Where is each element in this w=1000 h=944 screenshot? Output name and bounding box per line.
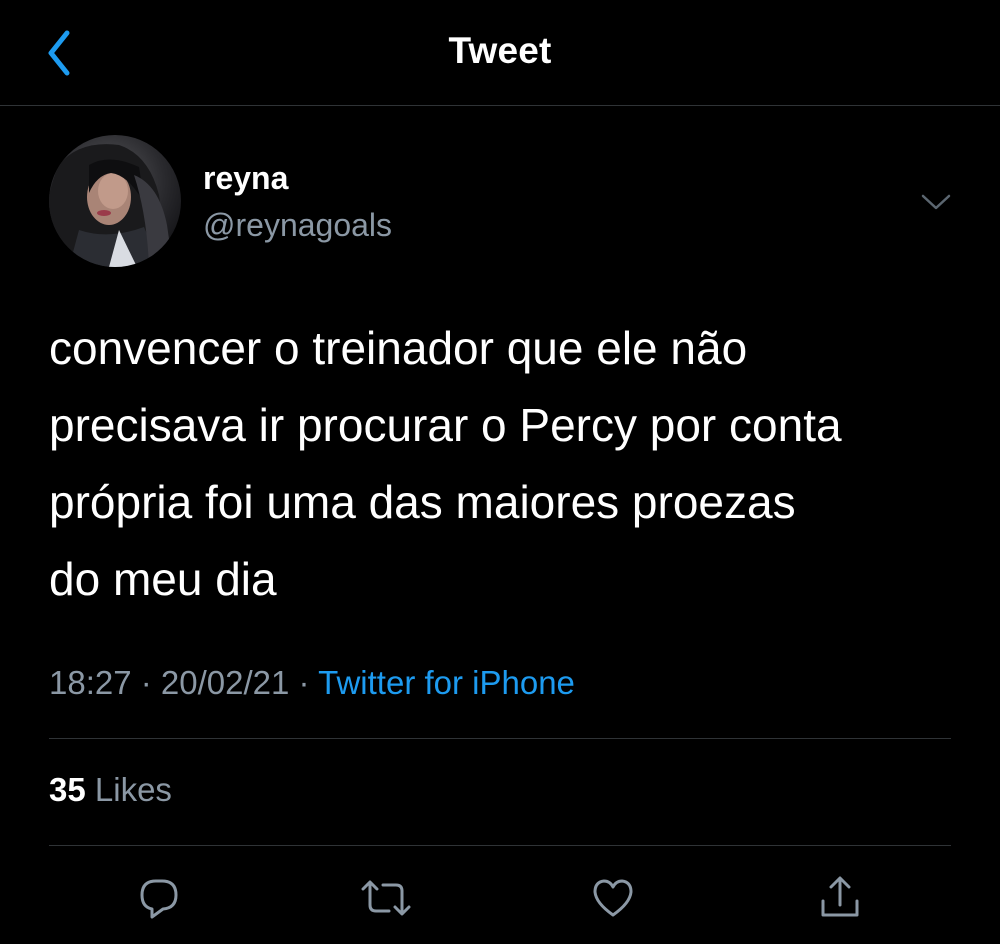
tweet-time: 18:27: [49, 664, 132, 701]
likes-count: 35: [49, 771, 86, 808]
tweet-options-button[interactable]: [914, 186, 958, 218]
meta-separator: ·: [131, 664, 161, 701]
share-button[interactable]: [812, 872, 868, 924]
like-button[interactable]: [585, 872, 641, 924]
avatar[interactable]: [49, 135, 181, 267]
tweet-text: convencer o treinador que ele não precis…: [49, 310, 969, 618]
likes-label: Likes: [85, 771, 172, 808]
divider: [49, 845, 951, 846]
page-title: Tweet: [448, 30, 552, 71]
tweet-date: 20/02/21: [160, 664, 290, 701]
tweet-text-line: convencer o treinador que ele não: [49, 322, 748, 374]
reply-icon: [140, 879, 178, 919]
tweet-metadata: 18:27 · 20/02/21 · Twitter for iPhone: [49, 664, 575, 702]
retweet-button[interactable]: [358, 872, 414, 924]
tweet-text-line: precisava ir procurar o Percy por conta: [49, 399, 842, 451]
chevron-down-icon: [921, 194, 951, 210]
author-handle: @reynagoals: [203, 207, 393, 243]
tweet-text-line: própria foi uma das maiores proezas: [49, 476, 796, 528]
divider: [49, 738, 951, 739]
reply-button[interactable]: [131, 872, 187, 924]
share-icon: [821, 876, 859, 917]
author-display-name[interactable]: reyna: [203, 160, 288, 197]
top-navigation-bar: Tweet: [0, 0, 1000, 106]
tweet-source-link[interactable]: Twitter for iPhone: [318, 664, 575, 701]
retweet-icon: [361, 880, 411, 916]
likes-stat[interactable]: 35 Likes: [49, 771, 172, 809]
tweet-text-line: do meu dia: [49, 553, 277, 605]
heart-icon: [593, 879, 633, 917]
meta-separator: ·: [289, 664, 319, 701]
profile-photo: [49, 135, 181, 267]
